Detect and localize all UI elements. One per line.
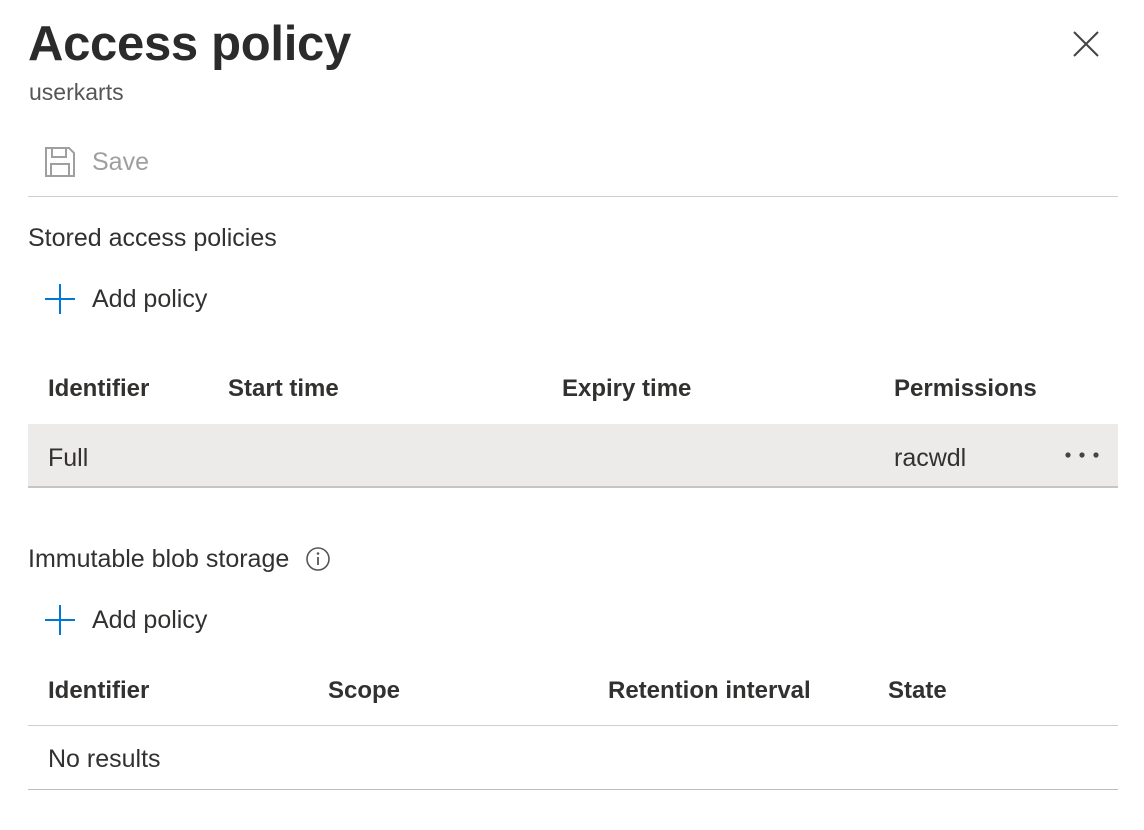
toolbar-divider [28, 196, 1118, 197]
plus-icon [42, 602, 78, 638]
save-label: Save [92, 147, 149, 176]
column-header-permissions[interactable]: Permissions [894, 374, 1037, 404]
info-icon[interactable] [305, 546, 331, 572]
immutable-storage-label: Immutable blob storage [28, 545, 290, 573]
access-policy-panel: Access policy userkarts Save Stored acce… [0, 0, 1144, 830]
stored-policies-title: Stored access policies [28, 224, 277, 252]
floppy-disk-icon [40, 142, 80, 182]
add-policy-label: Add policy [92, 284, 208, 313]
row-actions-button[interactable] [1060, 440, 1104, 470]
close-icon [1073, 31, 1099, 57]
column-header-expiry-time[interactable]: Expiry time [562, 374, 691, 404]
table-header-divider [28, 725, 1118, 726]
plus-icon [42, 281, 78, 317]
close-button[interactable] [1068, 26, 1104, 62]
column-header-scope[interactable]: Scope [328, 676, 400, 706]
page-subtitle: userkarts [29, 79, 124, 105]
add-immutable-policy-button[interactable]: Add policy [42, 600, 207, 640]
column-header-state[interactable]: State [888, 676, 947, 706]
page-title: Access policy [28, 17, 351, 71]
add-stored-policy-button[interactable]: Add policy [42, 279, 207, 319]
immutable-storage-title: Immutable blob storage [28, 544, 331, 574]
cell-identifier: Full [48, 444, 89, 472]
cell-permissions: racwdl [894, 444, 967, 472]
column-header-retention-interval[interactable]: Retention interval [608, 676, 811, 706]
add-policy-label: Add policy [92, 605, 208, 634]
column-header-identifier[interactable]: Identifier [48, 676, 149, 706]
table-bottom-divider [28, 789, 1118, 790]
save-button[interactable]: Save [40, 140, 149, 184]
empty-results-text: No results [48, 745, 161, 773]
column-header-start-time[interactable]: Start time [228, 374, 339, 404]
ellipsis-icon [1065, 452, 1099, 458]
column-header-identifier[interactable]: Identifier [48, 374, 149, 404]
